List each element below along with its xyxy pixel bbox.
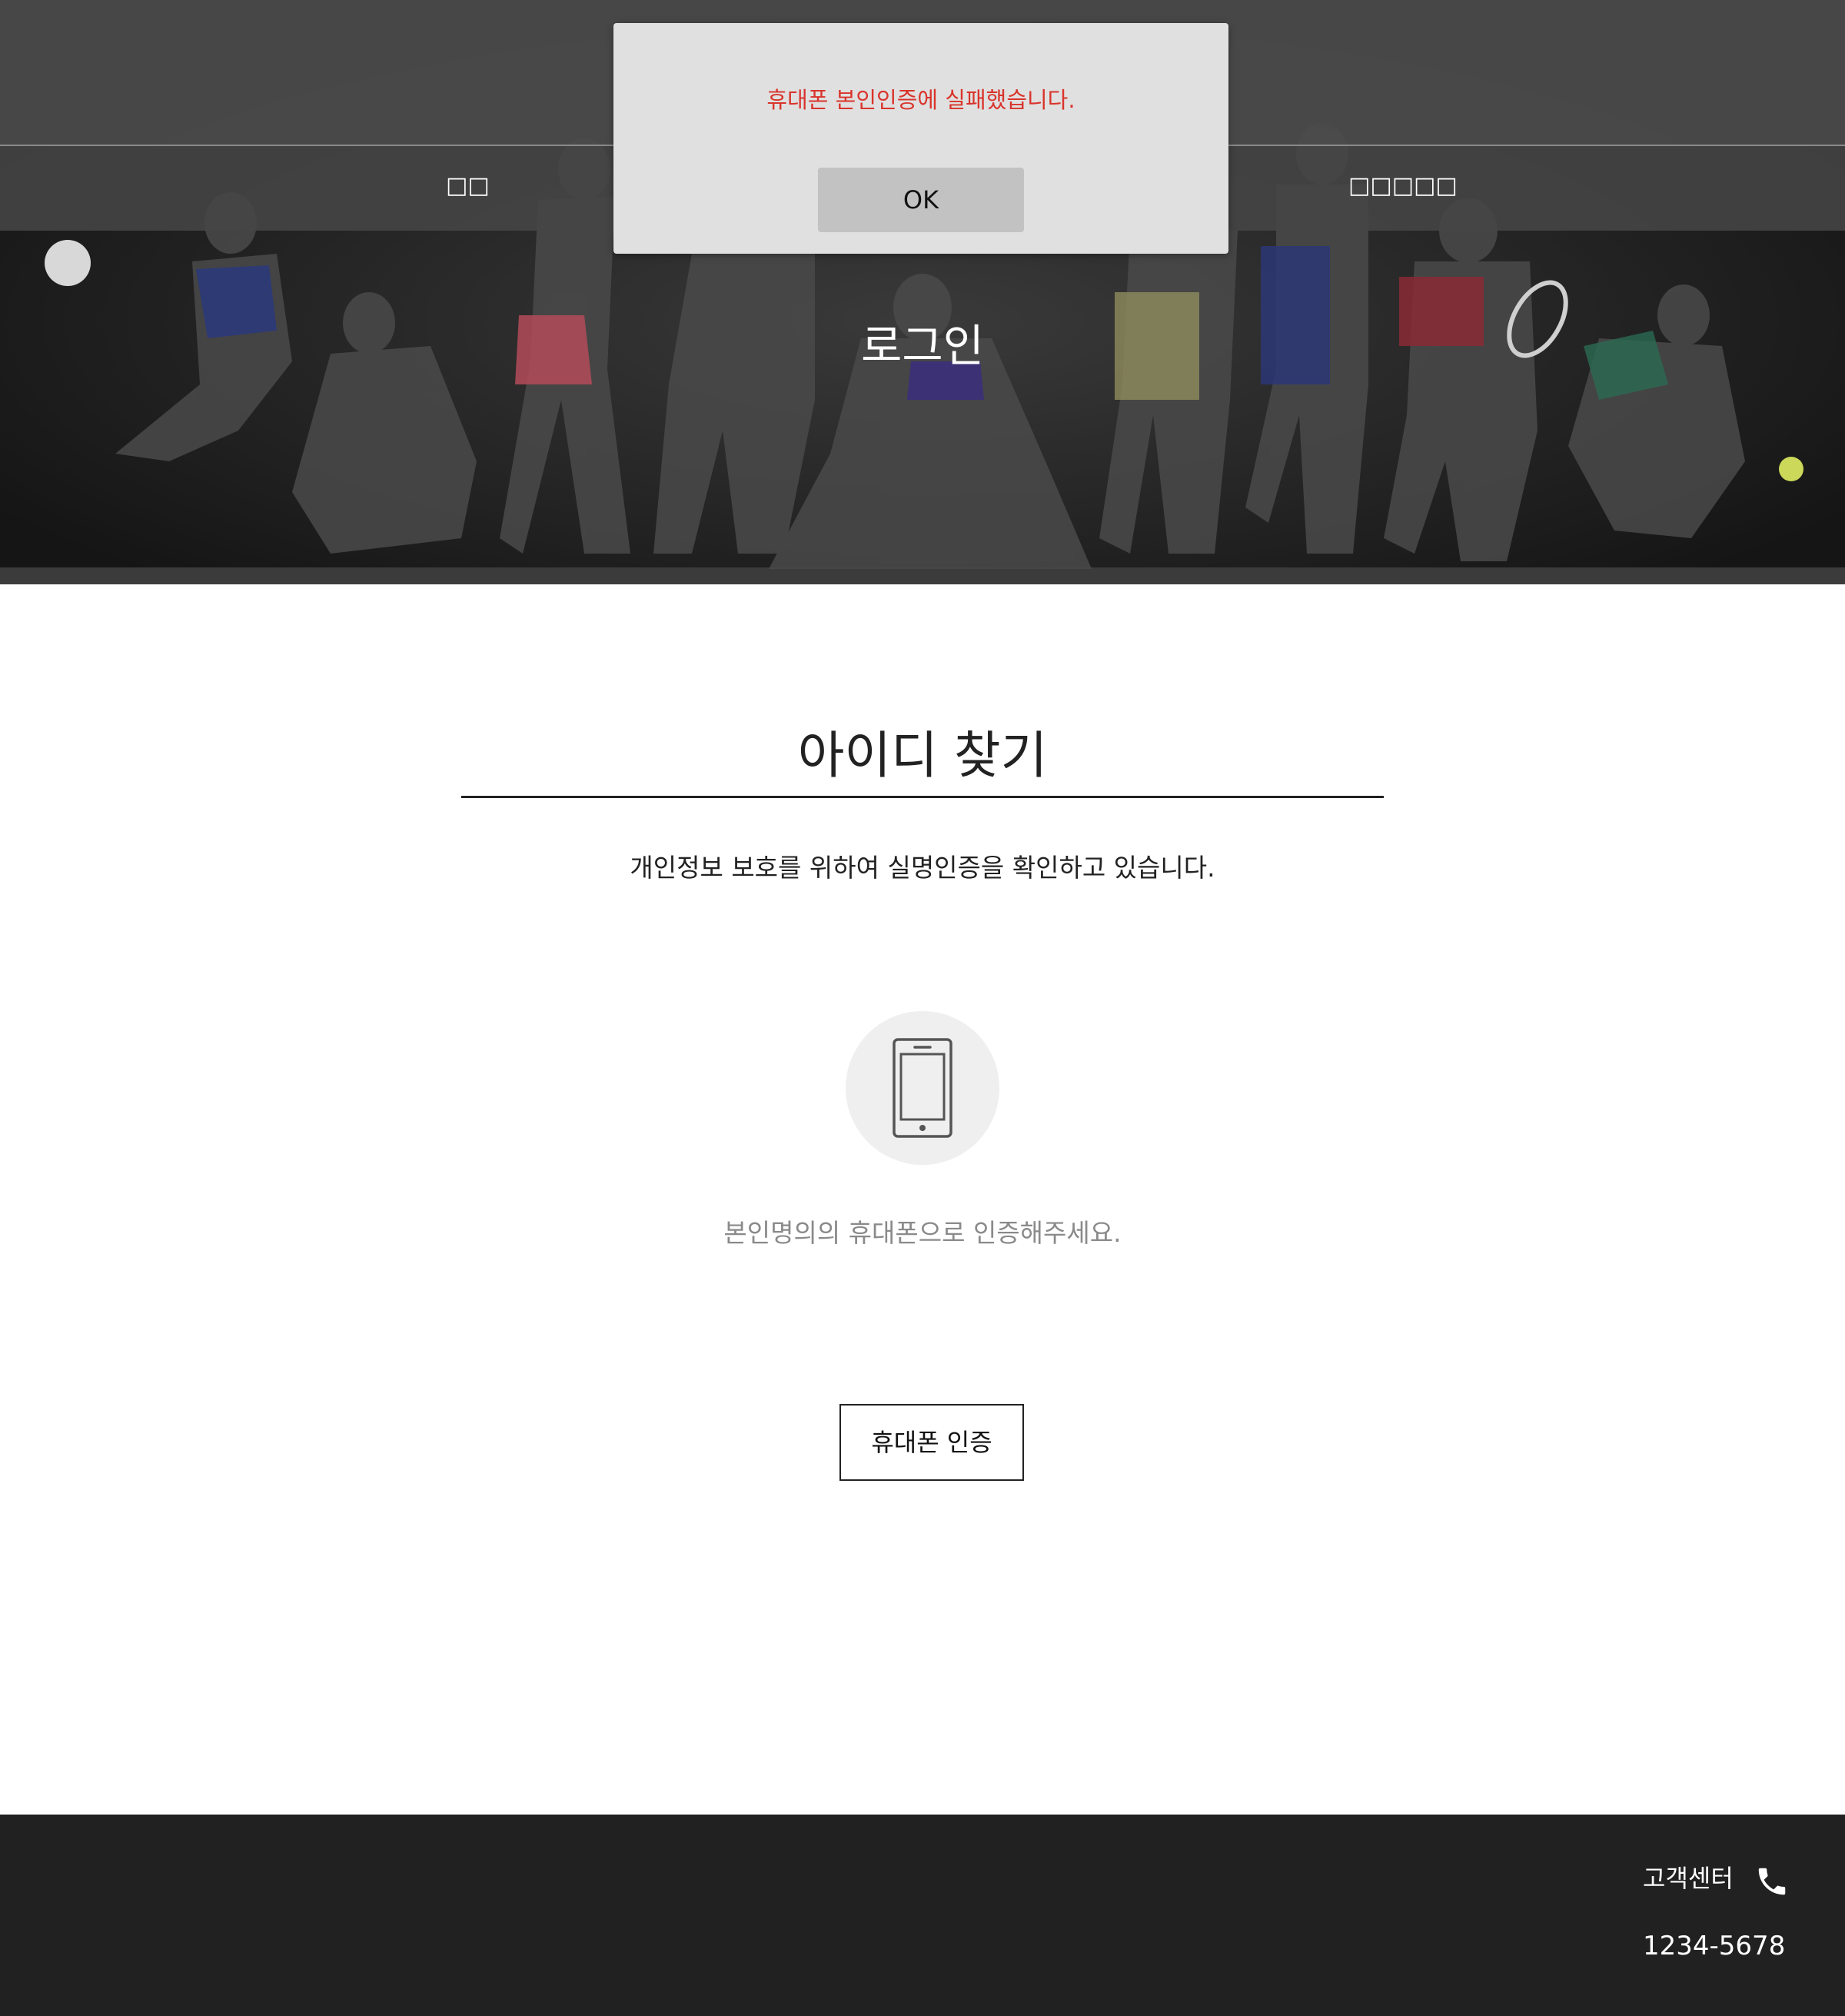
nav-item-right[interactable]: □□□□□ xyxy=(1348,169,1458,203)
verification-hint: 본인명의의 휴대폰으로 인증해주세요. xyxy=(723,1218,1122,1248)
title-divider xyxy=(461,796,1384,798)
verification-method-badge xyxy=(846,1011,999,1165)
customer-center-label: 고객센터 xyxy=(1643,1864,1734,1893)
smartphone-icon xyxy=(893,1038,952,1138)
alert-message: 휴대폰 본인인증에 실패했습니다. xyxy=(766,87,1075,113)
alert-dialog: 휴대폰 본인인증에 실패했습니다. OK xyxy=(613,23,1228,254)
hero-title: 로그인 xyxy=(860,320,985,372)
page-title: 아이디 찾기 xyxy=(797,726,1048,785)
nav-item-left[interactable]: □□ xyxy=(446,169,490,203)
alert-ok-button[interactable]: OK xyxy=(818,168,1024,232)
phone-verify-button[interactable]: 휴대폰 인증 xyxy=(839,1404,1024,1481)
page-subtitle: 개인정보 보호를 위하여 실명인증을 확인하고 있습니다. xyxy=(630,853,1215,883)
customer-center-number[interactable]: 1234-5678 xyxy=(1643,1928,1785,1964)
phone-icon xyxy=(1758,1868,1786,1895)
footer: 고객센터 1234-5678 xyxy=(0,1815,1845,2016)
